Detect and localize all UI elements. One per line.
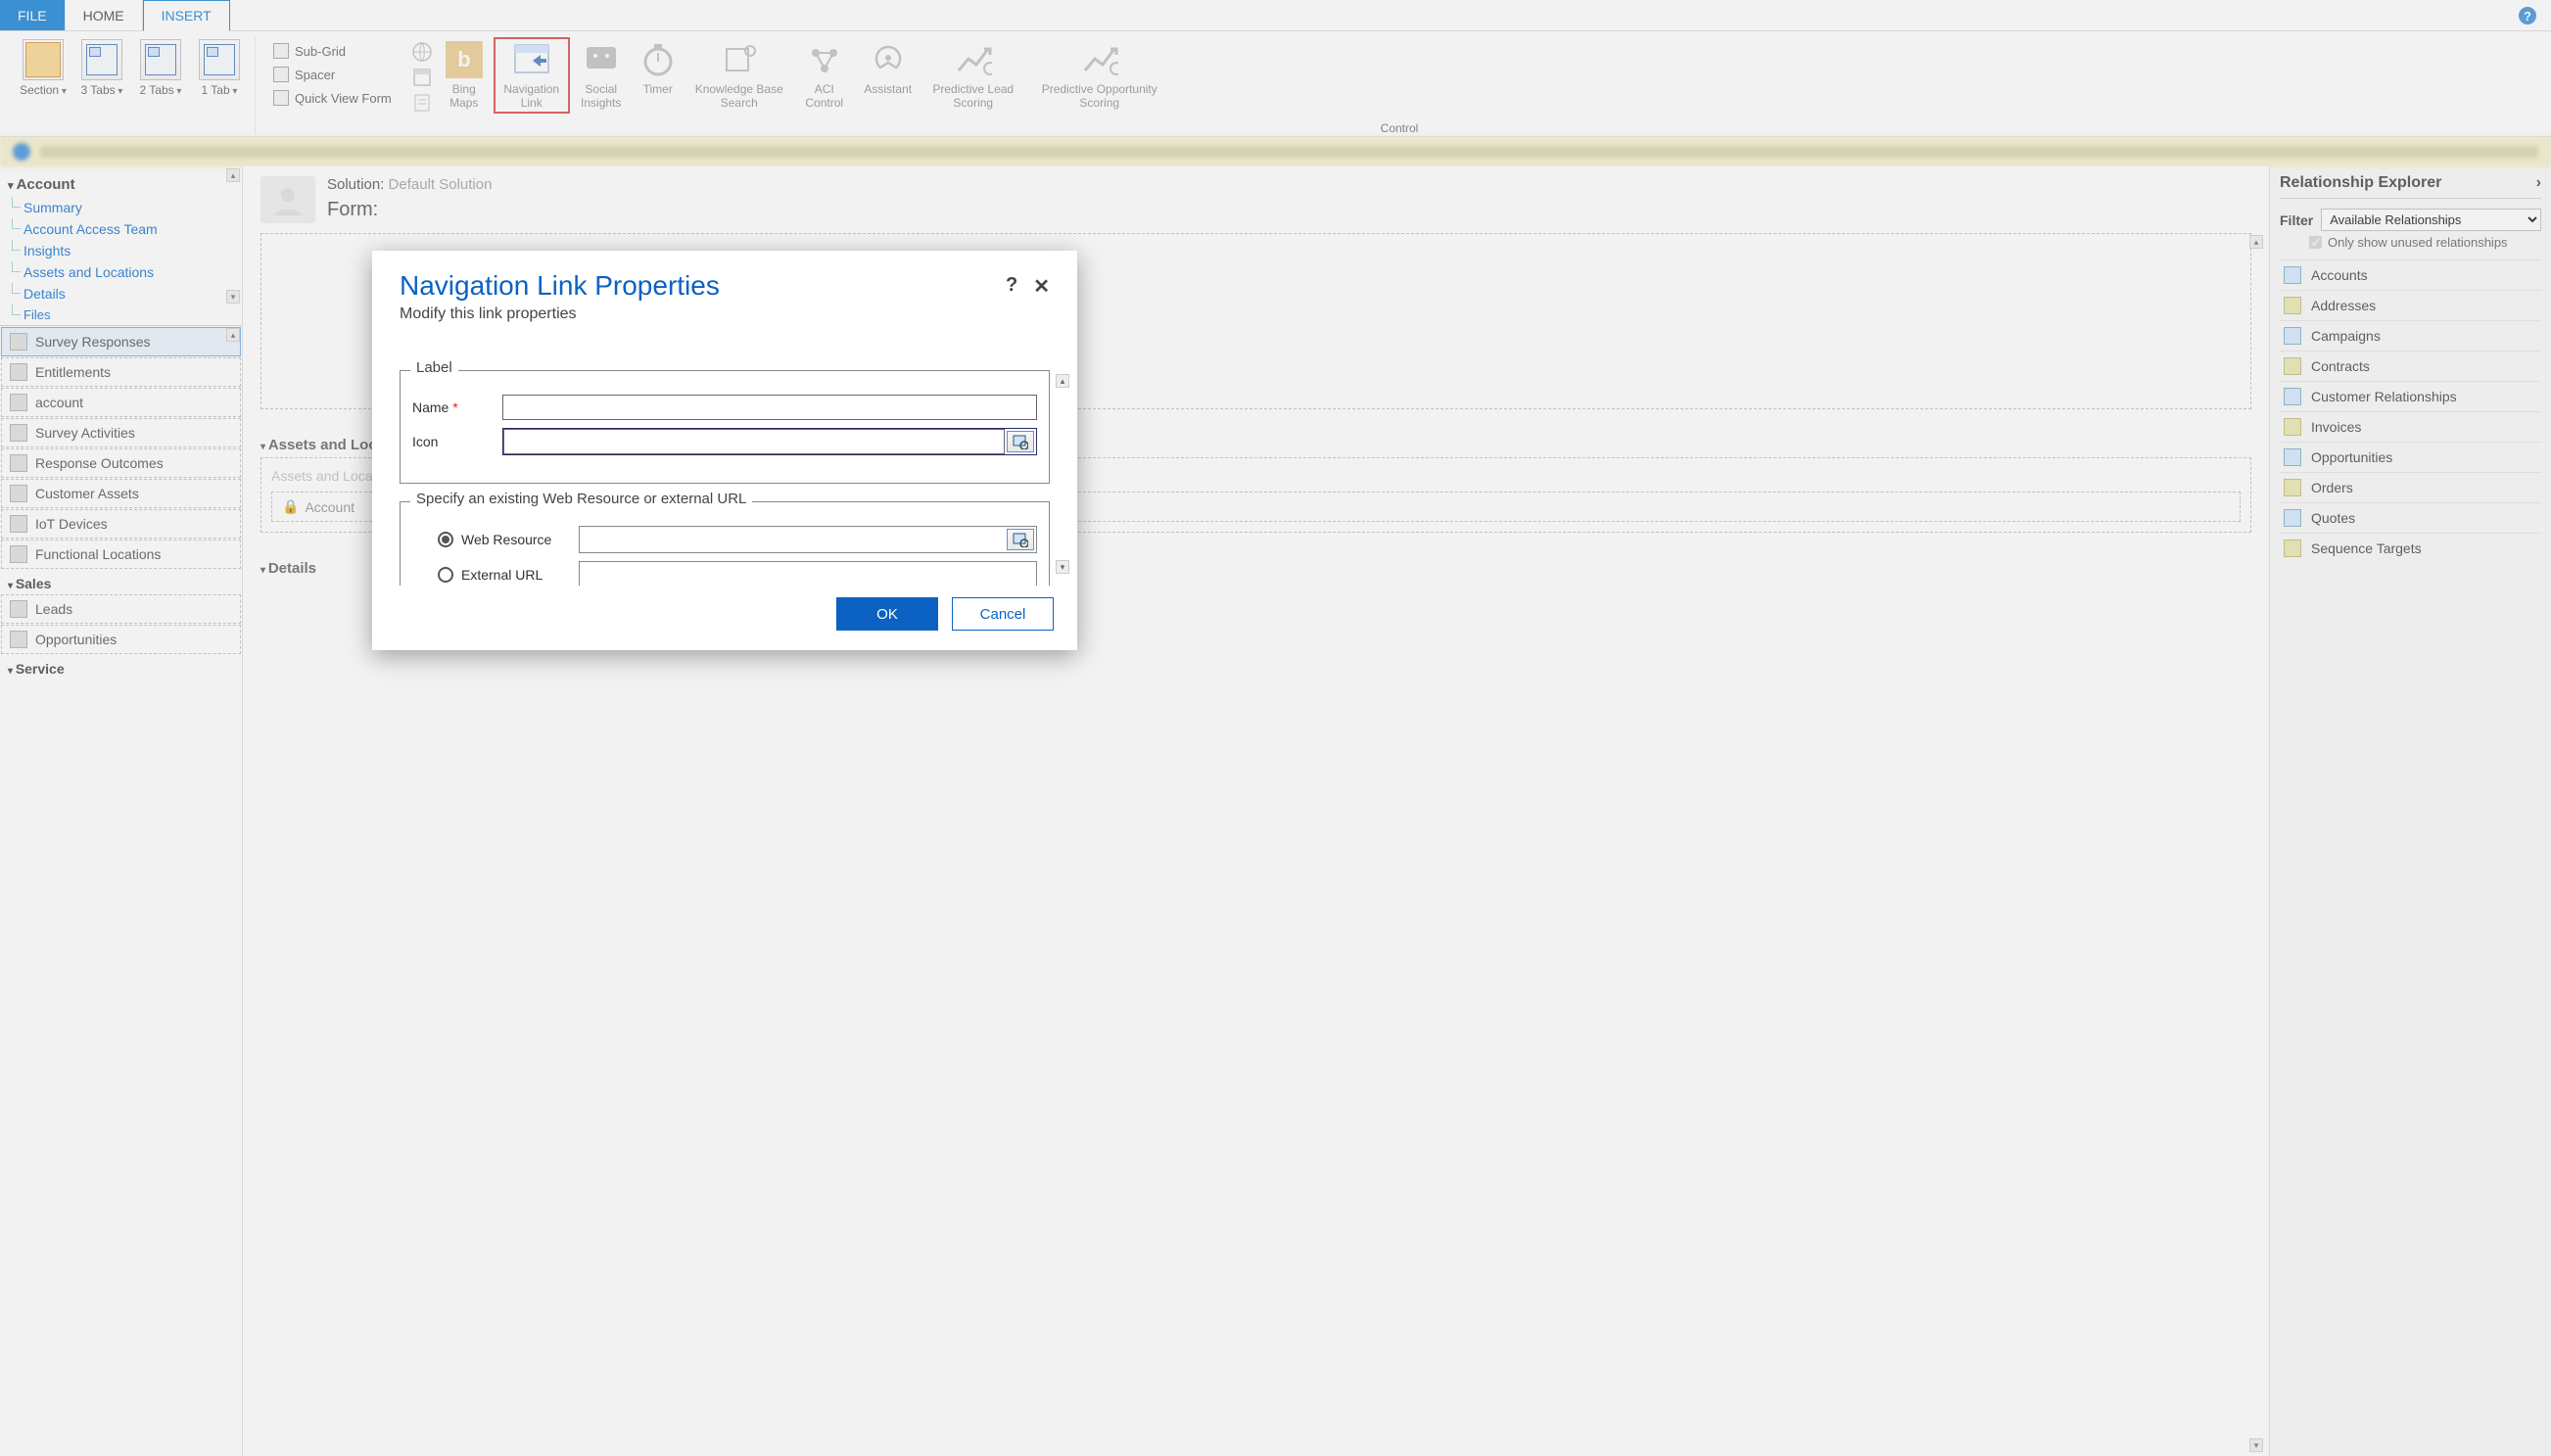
- radio-external-url-label: External URL: [461, 567, 571, 583]
- tree-item-assets-locations[interactable]: Assets and Locations: [8, 261, 238, 283]
- navigation-link-properties-dialog: Navigation Link Properties Modify this l…: [372, 251, 1077, 650]
- only-unused-label: Only show unused relationships: [2328, 235, 2508, 250]
- menu-tabbar: FILE HOME INSERT ?: [0, 0, 2551, 31]
- dialog-scroll-down[interactable]: ▾: [1056, 560, 1069, 574]
- expand-icon[interactable]: ›: [2536, 174, 2541, 192]
- relationship-explorer-title: Relationship Explorer›: [2280, 174, 2541, 199]
- tree-root-account[interactable]: Account: [8, 172, 238, 197]
- globe-icon: [411, 41, 433, 63]
- ribbon-1tab-button[interactable]: 1 Tab: [190, 37, 249, 97]
- tree-scroll-up[interactable]: ▴: [226, 168, 240, 182]
- dialog-help-icon[interactable]: ?: [1006, 274, 1017, 299]
- ribbon-2tabs-button[interactable]: 2 Tabs: [131, 37, 190, 97]
- nav-item-response-outcomes[interactable]: Response Outcomes: [1, 448, 241, 478]
- nav-group-sales[interactable]: Sales: [0, 570, 242, 593]
- canvas-scroll-up[interactable]: ▴: [2249, 235, 2263, 249]
- rel-item-customer-relationships[interactable]: Customer Relationships: [2280, 381, 2541, 411]
- nav-item-opportunities[interactable]: Opportunities: [1, 625, 241, 654]
- ribbon-predictive-lead-button[interactable]: Predictive Lead Scoring: [922, 37, 1024, 114]
- cancel-button[interactable]: Cancel: [952, 597, 1054, 631]
- rel-item-contracts[interactable]: Contracts: [2280, 351, 2541, 381]
- svg-text:?: ?: [2524, 9, 2531, 23]
- ribbon-bingmaps-button[interactable]: b Bing Maps: [437, 37, 492, 114]
- left-panel: ▴ ▾ Account Summary Account Access Team …: [0, 166, 243, 1456]
- nav-item-functional-locations[interactable]: Functional Locations: [1, 540, 241, 569]
- ribbon-subgrid-button[interactable]: Sub-Grid: [265, 39, 400, 63]
- ribbon: Section 3 Tabs 2 Tabs 1 Tab Sub-Grid Spa…: [0, 31, 2551, 137]
- rel-item-orders[interactable]: Orders: [2280, 472, 2541, 502]
- ribbon-assistant-button[interactable]: Assistant: [856, 37, 921, 100]
- ribbon-group-label: Control: [261, 117, 2537, 135]
- tree-item-summary[interactable]: Summary: [8, 197, 238, 218]
- dialog-scroll-up[interactable]: ▴: [1056, 374, 1069, 388]
- filter-select[interactable]: Available Relationships: [2321, 209, 2541, 231]
- tree-item-files[interactable]: Files: [8, 305, 238, 325]
- help-icon[interactable]: ?: [2504, 0, 2551, 30]
- nav-item-survey-responses[interactable]: Survey Responses: [1, 327, 241, 356]
- notes-icon: [411, 92, 433, 114]
- ribbon-social-insights-button[interactable]: Social Insights: [572, 37, 631, 114]
- name-input[interactable]: [502, 395, 1037, 420]
- ribbon-3tabs-button[interactable]: 3 Tabs: [72, 37, 131, 97]
- iframe-icon: [411, 67, 433, 88]
- form-label: Form:: [327, 199, 492, 221]
- ribbon-spacer-button[interactable]: Spacer: [265, 63, 400, 86]
- web-resource-lookup-button[interactable]: [1007, 529, 1034, 550]
- lock-icon: 🔒: [282, 498, 299, 515]
- canvas-scroll-down[interactable]: ▾: [2249, 1438, 2263, 1452]
- dialog-close-icon[interactable]: ✕: [1033, 274, 1050, 299]
- svg-text:b: b: [457, 47, 470, 71]
- icon-label: Icon: [412, 434, 491, 449]
- ribbon-navigation-link-button[interactable]: Navigation Link: [494, 37, 570, 114]
- ok-button[interactable]: OK: [836, 597, 938, 631]
- dialog-subtitle: Modify this link properties: [400, 305, 1006, 323]
- ribbon-predictive-opportunity-button[interactable]: Predictive Opportunity Scoring: [1026, 37, 1173, 114]
- radio-external-url[interactable]: [438, 567, 453, 583]
- rel-item-campaigns[interactable]: Campaigns: [2280, 320, 2541, 351]
- nav-item-leads[interactable]: Leads: [1, 594, 241, 624]
- tab-home[interactable]: HOME: [66, 0, 143, 30]
- ribbon-quickview-button[interactable]: Quick View Form: [265, 86, 400, 110]
- tree-item-insights[interactable]: Insights: [8, 240, 238, 261]
- tab-insert[interactable]: INSERT: [143, 0, 230, 31]
- nav-group-service[interactable]: Service: [0, 655, 242, 679]
- rel-item-sequence-targets[interactable]: Sequence Targets: [2280, 533, 2541, 563]
- tree-item-details[interactable]: Details: [8, 283, 238, 305]
- tab-file[interactable]: FILE: [0, 0, 66, 30]
- nav-scroll-up[interactable]: ▴: [226, 328, 240, 342]
- rel-item-addresses[interactable]: Addresses: [2280, 290, 2541, 320]
- rel-item-opportunities[interactable]: Opportunities: [2280, 442, 2541, 472]
- rel-item-accounts[interactable]: Accounts: [2280, 259, 2541, 290]
- ribbon-kbsearch-button[interactable]: Knowledge Base Search: [685, 37, 793, 114]
- only-unused-checkbox[interactable]: [2309, 236, 2322, 249]
- nav-item-iot-devices[interactable]: IoT Devices: [1, 509, 241, 539]
- tree-item-account-access-team[interactable]: Account Access Team: [8, 218, 238, 240]
- ribbon-section-button[interactable]: Section: [14, 37, 72, 97]
- radio-web-resource[interactable]: [438, 532, 453, 547]
- fieldset-target: Specify an existing Web Resource or exte…: [400, 501, 1050, 586]
- fieldset-label: Label Name * Icon: [400, 370, 1050, 484]
- external-url-input[interactable]: [580, 562, 1036, 586]
- nav-item-survey-activities[interactable]: Survey Activities: [1, 418, 241, 447]
- ribbon-aci-button[interactable]: ACI Control: [795, 37, 854, 114]
- rel-item-invoices[interactable]: Invoices: [2280, 411, 2541, 442]
- name-label: Name *: [412, 399, 491, 415]
- radio-web-resource-label: Web Resource: [461, 532, 571, 547]
- icon-input[interactable]: [503, 429, 1005, 454]
- solution-label: Solution: Default Solution: [327, 176, 492, 193]
- web-resource-input[interactable]: [580, 527, 1005, 552]
- icon-lookup-button[interactable]: [1007, 431, 1034, 452]
- rel-item-quotes[interactable]: Quotes: [2280, 502, 2541, 533]
- filter-label: Filter: [2280, 212, 2313, 228]
- relationship-explorer-panel: Relationship Explorer› Filter Available …: [2269, 166, 2551, 1456]
- nav-item-customer-assets[interactable]: Customer Assets: [1, 479, 241, 508]
- ribbon-timer-button[interactable]: Timer: [633, 37, 684, 100]
- nav-item-entitlements[interactable]: Entitlements: [1, 357, 241, 387]
- dialog-title: Navigation Link Properties: [400, 270, 1006, 302]
- notification-bar: [0, 137, 2551, 166]
- entity-avatar-placeholder: [260, 176, 315, 223]
- nav-item-account[interactable]: account: [1, 388, 241, 417]
